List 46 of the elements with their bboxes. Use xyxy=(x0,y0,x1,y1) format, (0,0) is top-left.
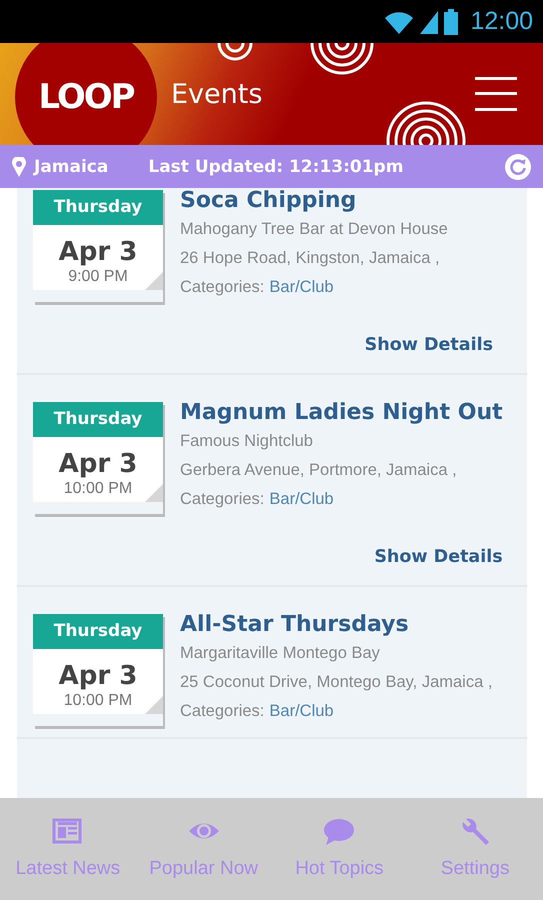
nav-tab[interactable]: Latest News xyxy=(0,798,136,900)
last-updated-text: Last Updated: 12:13:01pm xyxy=(148,156,404,176)
event-title[interactable]: All-Star Thursdays xyxy=(180,611,493,639)
category-link[interactable]: Bar/Club xyxy=(269,697,334,726)
event-title[interactable]: Magnum Ladies Night Out xyxy=(180,399,503,427)
event-date: Apr 3 xyxy=(58,660,138,691)
logo-text: LOOP xyxy=(38,77,134,117)
page-title: Events xyxy=(171,78,262,110)
event-time: 10:00 PM xyxy=(64,479,132,499)
nav-tab[interactable]: Popular Now xyxy=(136,798,272,900)
event-time: 9:00 PM xyxy=(68,267,128,287)
venue-text: Mahogany Tree Bar at Devon House xyxy=(180,219,449,240)
menu-button[interactable] xyxy=(475,77,517,111)
day-label: Thursday xyxy=(33,402,163,437)
battery-icon xyxy=(444,8,458,34)
page-curl-icon xyxy=(145,484,163,502)
categories-label: Categories: xyxy=(180,701,264,722)
nav-tab[interactable]: Hot Topics xyxy=(272,798,408,900)
address-text: Gerbera Avenue, Portmore, Jamaica , xyxy=(180,460,458,481)
category-link[interactable]: Bar/Club xyxy=(269,273,334,302)
day-label: Thursday xyxy=(33,190,163,225)
location-label[interactable]: Jamaica xyxy=(34,156,108,176)
categories-label: Categories: xyxy=(180,277,264,298)
speech-bubble-icon xyxy=(323,818,356,848)
event-date: Apr 3 xyxy=(58,448,138,479)
categories-label: Categories: xyxy=(180,489,264,510)
clock: 12:00 xyxy=(470,7,533,36)
venue-text: Margaritaville Montego Bay xyxy=(180,643,381,664)
event-time: 10:00 PM xyxy=(64,691,132,711)
event-date: Apr 3 xyxy=(58,236,138,267)
page-curl-icon xyxy=(145,272,163,290)
location-pin-icon xyxy=(12,156,26,176)
nav-tab[interactable]: Settings xyxy=(407,798,543,900)
category-link[interactable]: Bar/Club xyxy=(269,485,334,514)
day-label: Thursday xyxy=(33,614,163,649)
refresh-icon[interactable] xyxy=(505,154,531,180)
event-title[interactable]: Soca Chipping xyxy=(180,188,493,215)
venue-text: Famous Nightclub xyxy=(180,431,314,452)
page-curl-icon xyxy=(145,696,163,714)
show-details-link[interactable]: Show Details xyxy=(374,547,503,567)
show-details-link[interactable]: Show Details xyxy=(364,335,493,355)
target-rings-drawing xyxy=(310,43,374,75)
target-rings-drawing xyxy=(217,43,253,61)
address-text: 25 Coconut Drive, Montego Bay, Jamaica , xyxy=(180,672,493,693)
signal-icon xyxy=(418,8,440,34)
address-text: 26 Hope Road, Kingston, Jamaica , xyxy=(180,248,441,269)
